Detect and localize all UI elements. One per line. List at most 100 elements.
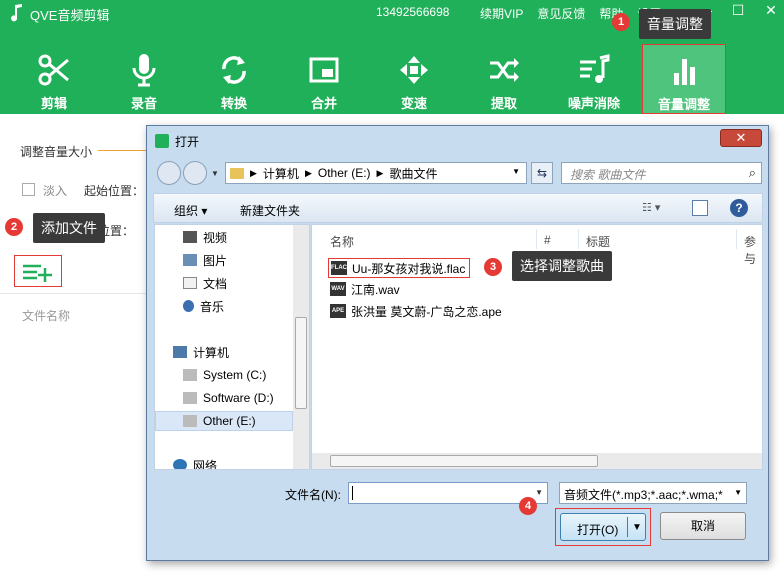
speed-icon xyxy=(400,56,428,84)
tool-volume-adjust[interactable]: 音量调整 xyxy=(642,44,726,114)
step-1-callout: 音量调整 xyxy=(639,9,711,39)
tool-cut[interactable]: 剪辑 xyxy=(12,44,96,114)
fade-in-checkbox[interactable] xyxy=(22,183,35,196)
search-icon[interactable]: ⌕ xyxy=(749,165,756,181)
nav-item-drive-e[interactable]: Other (E:) xyxy=(155,411,293,431)
preview-pane-icon[interactable] xyxy=(692,200,708,216)
tool-record[interactable]: 录音 xyxy=(102,44,186,114)
search-placeholder: 搜索 歌曲文件 xyxy=(570,168,646,182)
nav-item-music[interactable]: 音乐 xyxy=(183,296,224,316)
nav-scrollbar-thumb[interactable] xyxy=(295,317,307,409)
cancel-button[interactable]: 取消 xyxy=(660,512,746,540)
search-input[interactable]: 搜索 歌曲文件 ⌕ xyxy=(561,162,762,184)
file-item-flac[interactable]: FLAC Uu-那女孩对我说.flac xyxy=(328,258,471,278)
chevron-down-icon[interactable]: ▼ xyxy=(512,167,520,176)
dialog-title: 打开 xyxy=(175,135,200,149)
file-name-label: 文件名(N): xyxy=(285,488,341,502)
refresh-button[interactable]: ⇆ xyxy=(531,162,553,184)
nav-item-label: System (C:) xyxy=(203,368,267,382)
tool-extract[interactable]: 提取 xyxy=(462,44,546,114)
file-item-ape[interactable]: APE 张洪量 莫文蔚-广岛之恋.ape xyxy=(330,301,502,321)
breadcrumb-computer[interactable]: 计算机 xyxy=(263,165,299,182)
computer-icon xyxy=(173,346,187,358)
nav-item-label: Other (E:) xyxy=(203,414,256,428)
chevron-down-icon[interactable]: ▼ xyxy=(632,522,642,533)
nav-item-label: 视频 xyxy=(203,230,228,245)
file-name: 江南.wav xyxy=(351,282,400,297)
column-header-title[interactable]: 标题 xyxy=(586,233,610,250)
column-header-number[interactable]: # xyxy=(544,233,551,247)
feedback-link[interactable]: 意见反馈 xyxy=(537,5,585,22)
address-bar[interactable]: ▶ 计算机 ▶ Other (E:) ▶ 歌曲文件 ▼ xyxy=(225,162,527,184)
chevron-right-icon: ▶ xyxy=(250,167,257,178)
add-file-button[interactable] xyxy=(14,255,62,287)
column-header-artist[interactable]: 参与 xyxy=(744,233,762,267)
convert-icon xyxy=(222,56,246,84)
view-options-icon[interactable]: ☷ ▾ xyxy=(642,201,676,217)
tool-convert[interactable]: 转换 xyxy=(192,44,276,114)
renew-vip-link[interactable]: 续期VIP xyxy=(480,5,523,22)
adjust-volume-label: 调整音量大小 xyxy=(20,145,93,159)
nav-item-label: 文档 xyxy=(203,276,228,291)
picture-library-icon xyxy=(183,254,197,266)
history-dropdown-icon[interactable]: ▼ xyxy=(211,169,219,178)
drive-icon xyxy=(183,415,197,427)
tool-noise-removal[interactable]: 噪声消除 xyxy=(552,44,636,114)
nav-item-pictures[interactable]: 图片 xyxy=(183,250,227,270)
tool-merge[interactable]: 合并 xyxy=(282,44,366,114)
nav-item-label: Software (D:) xyxy=(203,391,274,405)
text-caret xyxy=(352,486,353,500)
chevron-down-icon[interactable]: ▼ xyxy=(535,488,543,497)
tool-label: 变速 xyxy=(400,96,427,111)
nav-item-drive-d[interactable]: Software (D:) xyxy=(183,388,274,408)
nav-item-drive-c[interactable]: System (C:) xyxy=(183,365,266,385)
document-library-icon xyxy=(183,277,197,289)
breadcrumb-folder[interactable]: 歌曲文件 xyxy=(389,165,437,182)
new-folder-button[interactable]: 新建文件夹 xyxy=(240,202,300,219)
maximize-button[interactable]: ☐ xyxy=(729,2,747,19)
step-1-badge: 1 xyxy=(612,13,630,31)
tool-label: 音量调整 xyxy=(657,97,710,112)
network-icon xyxy=(173,459,187,469)
dialog-close-button[interactable]: ✕ xyxy=(720,129,762,147)
nav-item-documents[interactable]: 文档 xyxy=(183,273,227,293)
back-button[interactable] xyxy=(157,161,181,185)
file-item-wav[interactable]: WAV 江南.wav xyxy=(330,279,400,299)
help-icon[interactable]: ? xyxy=(730,199,748,217)
wav-file-icon: WAV xyxy=(330,282,346,296)
open-button-highlight: 打开(O) ▼ xyxy=(555,508,651,546)
chevron-right-icon: ▶ xyxy=(376,167,384,178)
column-header-name[interactable]: 名称 xyxy=(330,233,354,250)
close-window-button[interactable]: ✕ xyxy=(762,2,780,19)
nav-item-computer[interactable]: 计算机 xyxy=(173,342,229,362)
label-underline xyxy=(98,150,148,151)
music-library-icon xyxy=(183,300,194,312)
nav-item-label: 图片 xyxy=(203,253,228,268)
nav-item-video[interactable]: 视频 xyxy=(183,227,227,247)
nav-item-network[interactable]: 网络 xyxy=(173,455,217,469)
organize-menu[interactable]: 组织 ▾ xyxy=(174,202,207,219)
open-file-dialog: 打开 ✕ ▼ ▶ 计算机 ▶ Other (E:) ▶ 歌曲文件 ▼ ⇆ 搜索 … xyxy=(146,125,769,561)
step-3-badge: 3 xyxy=(484,258,502,276)
horizontal-scrollbar[interactable] xyxy=(312,453,762,469)
chevron-down-icon[interactable]: ▼ xyxy=(734,488,742,497)
volume-bars-icon xyxy=(674,59,695,85)
dialog-app-icon xyxy=(155,134,169,148)
noise-removal-icon xyxy=(580,54,610,83)
breadcrumb-drive[interactable]: Other (E:) xyxy=(318,166,371,180)
open-button[interactable]: 打开(O) ▼ xyxy=(560,513,646,541)
video-library-icon xyxy=(183,231,197,243)
forward-button[interactable] xyxy=(183,161,207,185)
command-bar: 组织 ▾ 新建文件夹 ☷ ▾ ? xyxy=(153,193,763,223)
tool-label: 提取 xyxy=(490,96,517,111)
file-name-input[interactable]: ▼ xyxy=(348,482,548,504)
tool-label: 合并 xyxy=(310,96,337,111)
tool-speed[interactable]: 变速 xyxy=(372,44,456,114)
phone-number: 13492566698 xyxy=(376,5,450,19)
nav-item-label: 计算机 xyxy=(193,345,230,360)
file-type-select[interactable]: 音频文件(*.mp3;*.aac;*.wma;* ▼ xyxy=(559,482,747,504)
nav-scrollbar[interactable] xyxy=(293,225,309,469)
horizontal-scrollbar-thumb[interactable] xyxy=(330,455,598,467)
file-name-column-header: 文件名称 xyxy=(22,309,71,323)
tool-label: 噪声消除 xyxy=(567,96,620,111)
